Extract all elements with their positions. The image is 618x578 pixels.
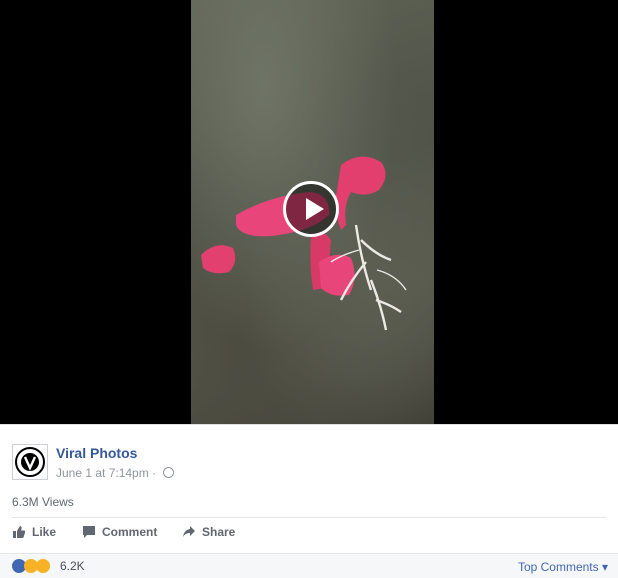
- action-bar: Like Comment Share: [12, 517, 606, 551]
- like-label: Like: [32, 525, 57, 539]
- post-card: Viral Photos June 1 at 7:14pm · 6.3M Vie…: [0, 424, 618, 578]
- comment-label: Comment: [102, 525, 158, 539]
- video-player[interactable]: [0, 0, 618, 424]
- reactions-bar: 6.2K Top Comments ▾: [0, 553, 618, 578]
- view-count: 6.3M Views: [12, 495, 74, 509]
- avatar[interactable]: [12, 444, 48, 480]
- play-icon[interactable]: [283, 181, 339, 237]
- like-button[interactable]: Like: [12, 525, 56, 539]
- globe-icon: [163, 467, 175, 478]
- reaction-count[interactable]: 6.2K: [60, 559, 85, 573]
- meta-separator: ·: [152, 466, 157, 480]
- post-meta: June 1 at 7:14pm ·: [56, 466, 175, 480]
- top-comments-dropdown[interactable]: Top Comments ▾: [518, 560, 608, 574]
- like-icon: [13, 526, 26, 538]
- share-label: Share: [202, 525, 236, 539]
- share-icon: [183, 526, 195, 537]
- comment-button[interactable]: Comment: [82, 525, 157, 539]
- haha-reaction-icon[interactable]: [36, 559, 50, 573]
- comment-icon: [83, 526, 95, 538]
- share-button[interactable]: Share: [182, 525, 235, 539]
- page-name[interactable]: Viral Photos: [56, 445, 137, 461]
- post-timestamp[interactable]: June 1 at 7:14pm: [56, 466, 149, 480]
